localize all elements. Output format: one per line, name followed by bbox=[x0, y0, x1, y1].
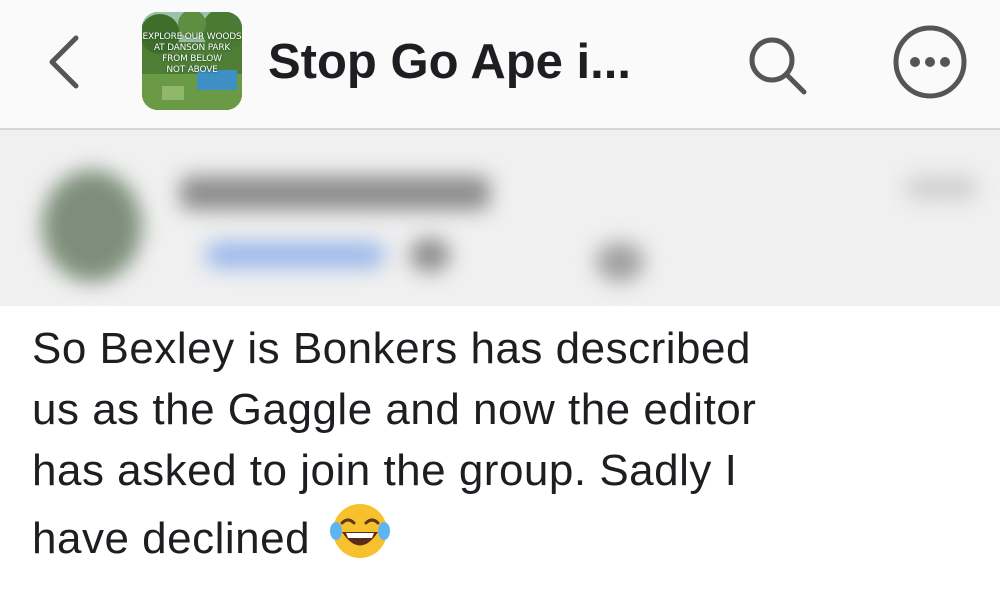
search-icon bbox=[749, 37, 807, 95]
post-line: have declined bbox=[32, 514, 311, 563]
group-thumbnail[interactable]: EXPLORE OUR WOODS AT DANSON PARK FROM BE… bbox=[142, 12, 242, 110]
post: So Bexley is Bonkers has described us as… bbox=[0, 130, 1000, 600]
more-options-button[interactable] bbox=[890, 22, 970, 102]
post-menu-button[interactable] bbox=[905, 176, 977, 200]
post-line: So Bexley is Bonkers has described bbox=[32, 324, 751, 373]
laughing-tears-emoji bbox=[330, 504, 391, 558]
redacted-author-area bbox=[0, 130, 1000, 306]
more-horizontal-icon bbox=[893, 25, 967, 99]
post-meta-icon bbox=[410, 238, 450, 272]
post-body: So Bexley is Bonkers has described us as… bbox=[32, 318, 992, 569]
thumbnail-caption-line: EXPLORE OUR WOODS bbox=[142, 32, 242, 42]
top-bar: EXPLORE OUR WOODS AT DANSON PARK FROM BE… bbox=[0, 0, 1000, 130]
thumbnail-caption: EXPLORE OUR WOODS AT DANSON PARK FROM BE… bbox=[142, 32, 242, 76]
thumbnail-caption-line: NOT ABOVE bbox=[166, 65, 218, 75]
post-line: has asked to join the group. Sadly I bbox=[32, 446, 738, 495]
chevron-left-icon bbox=[49, 35, 79, 89]
thumbnail-caption-line: FROM BELOW bbox=[162, 54, 222, 64]
post-last-line: have declined bbox=[32, 501, 992, 569]
thumbnail-caption-line: AT DANSON PARK bbox=[153, 43, 231, 53]
group-title[interactable]: Stop Go Ape i... bbox=[268, 30, 631, 94]
avatar[interactable] bbox=[42, 170, 142, 282]
privacy-icon bbox=[596, 242, 644, 282]
search-button[interactable] bbox=[742, 30, 812, 100]
back-button[interactable] bbox=[36, 30, 96, 94]
member-badge[interactable] bbox=[205, 242, 385, 268]
author-name[interactable] bbox=[180, 176, 490, 210]
post-line: us as the Gaggle and now the editor bbox=[32, 385, 757, 434]
